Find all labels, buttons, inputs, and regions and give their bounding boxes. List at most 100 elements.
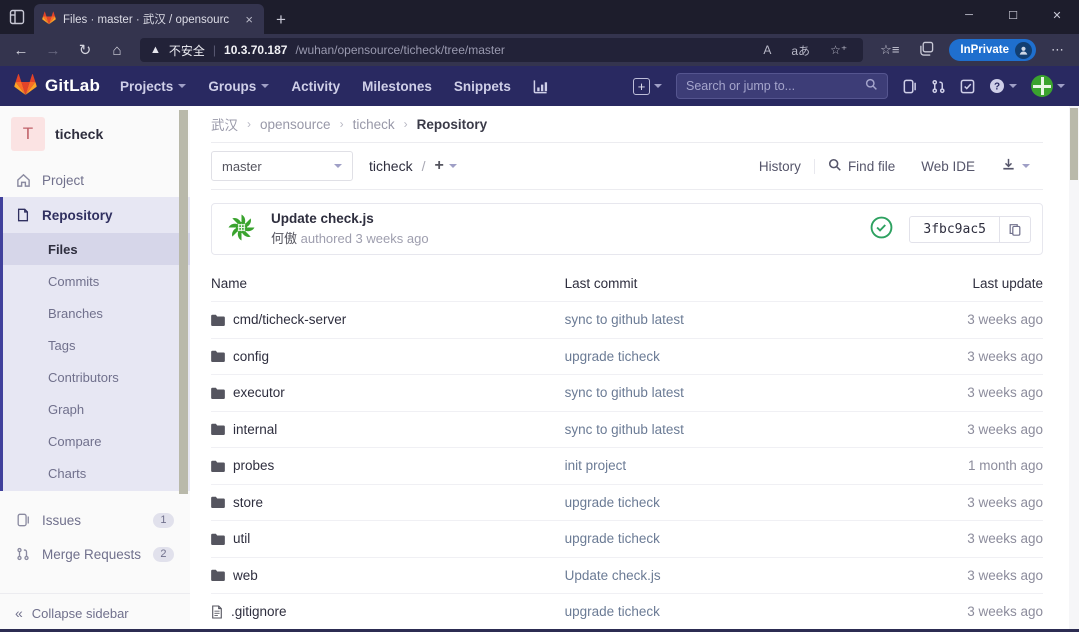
- project-header[interactable]: T ticheck: [0, 106, 190, 163]
- global-search[interactable]: [676, 73, 888, 99]
- commit-message-link[interactable]: upgrade ticheck: [565, 531, 660, 546]
- sidebar-item-contributors[interactable]: Contributors: [3, 361, 190, 393]
- issues-icon[interactable]: [902, 79, 917, 94]
- commit-message-link[interactable]: upgrade ticheck: [565, 495, 660, 510]
- nav-activity[interactable]: Activity: [291, 79, 340, 94]
- commit-message-link[interactable]: sync to github latest: [565, 312, 684, 327]
- table-row[interactable]: cmd/ticheck-serversync to github latest3…: [211, 301, 1043, 338]
- nav-projects[interactable]: Projects: [120, 79, 186, 94]
- web-ide-button[interactable]: Web IDE: [908, 159, 988, 174]
- close-icon[interactable]: ✕: [1035, 0, 1079, 30]
- merge-requests-icon[interactable]: [931, 79, 946, 94]
- address-bar[interactable]: ▲ 不安全 | 10.3.70.187/wuhan/opensource/tic…: [140, 38, 863, 62]
- help-menu[interactable]: ?: [989, 78, 1017, 94]
- table-row[interactable]: storeupgrade ticheck3 weeks ago: [211, 484, 1043, 521]
- sidebar-item-compare[interactable]: Compare: [3, 425, 190, 457]
- sidebar-item-files[interactable]: Files: [3, 233, 190, 265]
- commit-message-link[interactable]: sync to github latest: [565, 422, 684, 437]
- nav-snippets[interactable]: Snippets: [454, 79, 511, 94]
- sidebar-item-branches[interactable]: Branches: [3, 297, 190, 329]
- sidebar-item-graph[interactable]: Graph: [3, 393, 190, 425]
- search-input[interactable]: [686, 79, 865, 93]
- file-name-link[interactable]: store: [233, 495, 263, 510]
- collapse-icon: «: [15, 605, 23, 621]
- add-file-button[interactable]: +: [434, 157, 456, 175]
- commit-title-link[interactable]: Update check.js: [271, 211, 429, 226]
- file-name-link[interactable]: probes: [233, 458, 274, 473]
- table-row[interactable]: utilupgrade ticheck3 weeks ago: [211, 520, 1043, 557]
- new-menu-button[interactable]: +: [633, 78, 662, 95]
- sidebar-item-charts[interactable]: Charts: [3, 457, 190, 489]
- commit-message-link[interactable]: sync to github latest: [565, 385, 684, 400]
- column-header-last-update: Last update: [893, 276, 1043, 291]
- favorites-icon[interactable]: ☆≡: [871, 42, 908, 58]
- find-file-button[interactable]: Find file: [815, 158, 908, 175]
- tab-title: Files · master · 武汉 / opensourc: [63, 11, 235, 27]
- commit-author-link[interactable]: 何傲: [271, 231, 297, 246]
- minimize-icon[interactable]: ─: [947, 0, 991, 30]
- pipeline-status-icon[interactable]: [870, 216, 893, 242]
- page-scrollbar[interactable]: [1069, 106, 1079, 632]
- sidebar-item-repository[interactable]: Repository: [3, 197, 190, 233]
- commit-message-link[interactable]: Update check.js: [565, 568, 661, 583]
- file-name-link[interactable]: .gitignore: [231, 604, 287, 619]
- translate-icon[interactable]: aあ: [785, 42, 816, 59]
- nav-milestones[interactable]: Milestones: [362, 79, 432, 94]
- commit-message-link[interactable]: upgrade ticheck: [565, 604, 660, 619]
- project-path-link[interactable]: ticheck: [369, 158, 413, 174]
- sidebar-item-merge-requests[interactable]: Merge Requests 2: [0, 537, 190, 571]
- page-scrollbar-thumb[interactable]: [1070, 108, 1078, 180]
- analytics-chart-icon[interactable]: [533, 79, 548, 94]
- file-name-link[interactable]: config: [233, 349, 269, 364]
- file-name-link[interactable]: web: [233, 568, 258, 583]
- add-favorite-icon[interactable]: ☆⁺: [824, 43, 853, 57]
- table-row[interactable]: webUpdate check.js3 weeks ago: [211, 557, 1043, 594]
- branch-selector[interactable]: master: [211, 151, 353, 181]
- refresh-icon[interactable]: ↻: [70, 37, 100, 63]
- sidebar-scrollbar[interactable]: [179, 110, 188, 494]
- commit-message-link[interactable]: upgrade ticheck: [565, 349, 660, 364]
- user-menu[interactable]: [1031, 75, 1065, 97]
- breadcrumb-group[interactable]: 武汉: [211, 114, 238, 134]
- folder-icon: [211, 387, 225, 399]
- sidebar-item-commits[interactable]: Commits: [3, 265, 190, 297]
- table-row[interactable]: probesinit project1 month ago: [211, 447, 1043, 484]
- browser-tab[interactable]: Files · master · 武汉 / opensourc ×: [34, 4, 264, 34]
- commit-message-link[interactable]: init project: [565, 458, 627, 473]
- read-aloud-icon[interactable]: A: [757, 43, 777, 57]
- tab-actions-icon[interactable]: [0, 0, 34, 34]
- collections-icon[interactable]: [910, 41, 943, 59]
- table-row[interactable]: .gitignoreupgrade ticheck3 weeks ago: [211, 593, 1043, 630]
- sidebar-item-issues[interactable]: Issues 1: [0, 503, 190, 537]
- tab-close-icon[interactable]: ×: [242, 12, 256, 27]
- table-row[interactable]: configupgrade ticheck3 weeks ago: [211, 338, 1043, 375]
- file-name-link[interactable]: cmd/ticheck-server: [233, 312, 346, 327]
- back-icon[interactable]: ←: [6, 37, 36, 63]
- table-row[interactable]: internalsync to github latest3 weeks ago: [211, 411, 1043, 448]
- home-icon[interactable]: ⌂: [102, 37, 132, 63]
- breadcrumb-current: Repository: [417, 117, 488, 132]
- settings-more-icon[interactable]: ⋯: [1042, 42, 1073, 58]
- breadcrumb-subgroup[interactable]: opensource: [260, 117, 331, 132]
- table-row[interactable]: executorsync to github latest3 weeks ago: [211, 374, 1043, 411]
- maximize-icon[interactable]: ☐: [991, 0, 1035, 30]
- breadcrumb-project[interactable]: ticheck: [353, 117, 395, 132]
- sidebar-item-tags[interactable]: Tags: [3, 329, 190, 361]
- file-name-link[interactable]: internal: [233, 422, 277, 437]
- file-name-link[interactable]: executor: [233, 385, 285, 400]
- todos-icon[interactable]: [960, 79, 975, 94]
- inprivate-badge[interactable]: InPrivate: [949, 39, 1036, 61]
- sidebar-item-project[interactable]: Project: [0, 163, 190, 197]
- gitlab-logo[interactable]: GitLab: [14, 73, 100, 99]
- commit-author-identicon[interactable]: [223, 209, 260, 249]
- new-tab-button[interactable]: +: [264, 10, 298, 34]
- file-name-link[interactable]: util: [233, 531, 250, 546]
- forward-icon[interactable]: →: [38, 37, 68, 63]
- copy-sha-button[interactable]: [999, 217, 1030, 242]
- folder-icon: [211, 496, 225, 508]
- security-label[interactable]: 不安全: [169, 42, 205, 59]
- download-button[interactable]: [988, 157, 1043, 175]
- nav-groups[interactable]: Groups: [208, 79, 269, 94]
- collapse-sidebar-button[interactable]: « Collapse sidebar: [0, 593, 190, 632]
- history-button[interactable]: History: [746, 159, 815, 174]
